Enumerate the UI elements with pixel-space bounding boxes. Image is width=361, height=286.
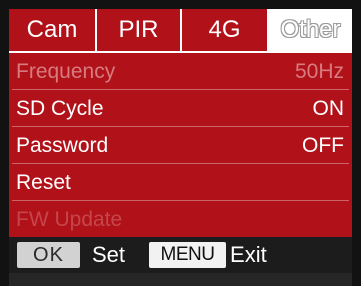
menu-action-label: Exit (230, 242, 267, 267)
camera-settings-screen: Cam PIR 4G Other Frequency 50Hz SD Cycle… (0, 0, 361, 286)
key-hint-bar: OK Set MENU Exit (9, 237, 352, 273)
menu-item-sd-cycle[interactable]: SD Cycle ON (9, 90, 352, 127)
screen-bezel (9, 273, 352, 286)
settings-panel: Cam PIR 4G Other Frequency 50Hz SD Cycle… (9, 9, 352, 273)
settings-menu: Frequency 50Hz SD Cycle ON Password OFF … (9, 53, 352, 237)
menu-key-button[interactable]: MENU (149, 242, 227, 268)
tab-other[interactable]: Other (269, 9, 352, 53)
tab-pir[interactable]: PIR (97, 9, 182, 53)
menu-item-value: 50Hz (294, 59, 344, 83)
tab-bar: Cam PIR 4G Other (9, 9, 352, 53)
menu-item-frequency[interactable]: Frequency 50Hz (9, 53, 352, 90)
menu-item-label: Frequency (16, 59, 116, 83)
ok-action-label: Set (92, 242, 126, 267)
menu-item-value: OFF (302, 133, 344, 157)
tab-cam[interactable]: Cam (9, 9, 97, 53)
menu-item-label: SD Cycle (16, 96, 104, 120)
menu-item-reset[interactable]: Reset (9, 164, 352, 201)
menu-item-label: Password (16, 133, 109, 157)
tab-4g[interactable]: 4G (182, 9, 269, 53)
menu-item-label: Reset (16, 170, 71, 194)
menu-item-password[interactable]: Password OFF (9, 127, 352, 164)
menu-item-fw-update[interactable]: FW Update (9, 201, 352, 238)
ok-key-button[interactable]: OK (17, 242, 80, 268)
menu-item-value: ON (312, 96, 345, 120)
menu-item-label: FW Update (16, 207, 123, 231)
